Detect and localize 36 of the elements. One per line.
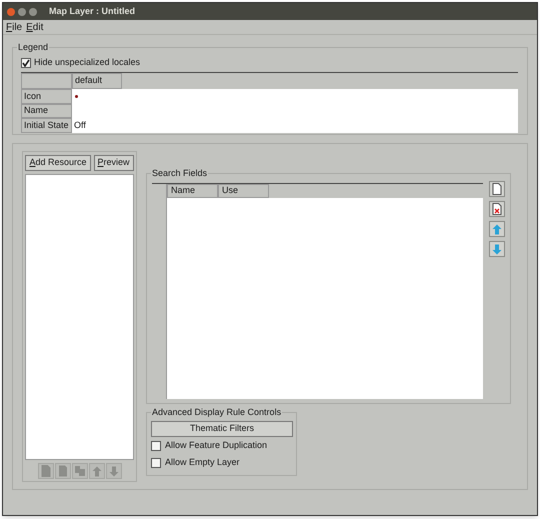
maximize-button[interactable] <box>29 8 37 16</box>
checkbox-label: Allow Empty Layer <box>165 456 240 469</box>
checkbox[interactable] <box>151 440 161 450</box>
checkbox-label: Hide unspecialized locales <box>34 56 140 70</box>
column-header[interactable]: Use <box>218 184 269 198</box>
checkbox-label: Allow Feature Duplication <box>165 438 268 452</box>
thematic-filters-button[interactable]: Thematic Filters <box>151 421 293 437</box>
resource-button[interactable]: Add Resource <box>25 155 90 171</box>
up-arrow-icon <box>92 466 102 476</box>
minimize-button[interactable] <box>18 8 26 16</box>
tool-button[interactable] <box>489 181 505 197</box>
document-icon <box>40 465 50 477</box>
tool-button[interactable] <box>489 201 505 217</box>
close-button[interactable] <box>7 8 15 16</box>
window-title: Map Layer : Untitled <box>49 4 136 18</box>
document-icon <box>492 183 502 195</box>
row-header: Initial State <box>21 118 72 132</box>
document-icon <box>58 465 68 477</box>
down-arrow-icon <box>108 466 118 476</box>
row-header: Icon <box>21 89 72 104</box>
down-arrow-icon <box>492 244 502 254</box>
resource-button[interactable]: Preview <box>94 155 134 171</box>
table-cell-text: Off <box>74 118 86 132</box>
menu-item[interactable]: File <box>6 20 22 34</box>
group-title: Advanced Display Rule Controls <box>151 405 282 419</box>
column-header: default <box>72 73 122 89</box>
checkbox[interactable] <box>21 58 31 68</box>
resource-list[interactable] <box>25 174 134 460</box>
up-arrow-icon <box>492 224 502 234</box>
corner-cell <box>21 73 72 89</box>
menu-item[interactable]: Edit <box>26 20 44 34</box>
checkbox[interactable] <box>151 458 161 468</box>
row-header: Name <box>21 104 72 118</box>
delete-document-icon <box>492 203 502 215</box>
column-header[interactable]: Name <box>167 184 218 198</box>
documents-icon <box>74 465 86 477</box>
